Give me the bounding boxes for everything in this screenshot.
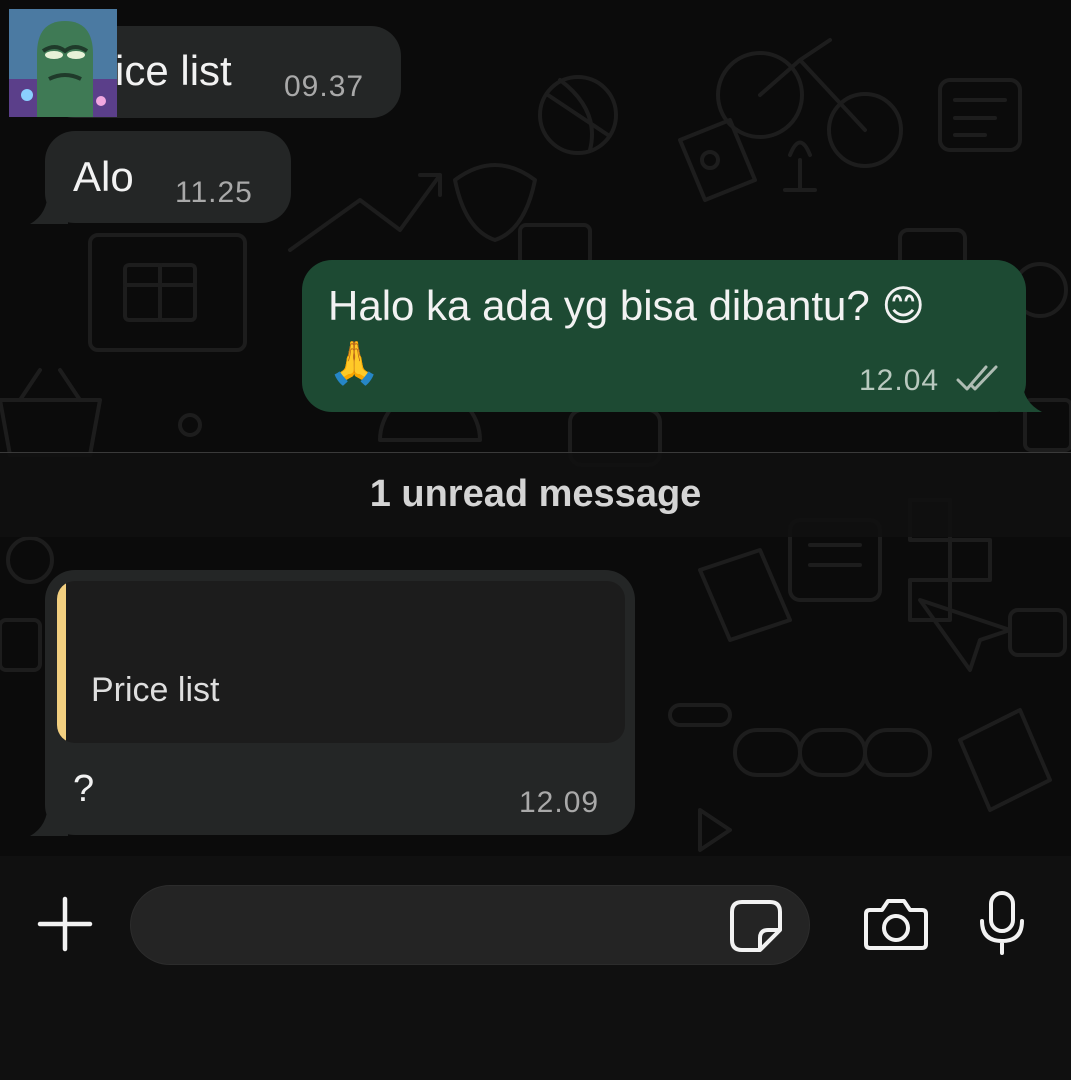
camera-icon[interactable]: [862, 896, 930, 952]
message-bubble-incoming[interactable]: Alo 11.25: [45, 131, 291, 223]
avatar-image: [9, 9, 117, 117]
quoted-message-text: Price list: [91, 671, 220, 709]
sticker-icon[interactable]: [728, 898, 784, 954]
double-check-icon: [956, 365, 998, 391]
message-text: Alo: [73, 153, 134, 200]
message-text: ?: [73, 768, 95, 810]
bubble-tail: [30, 802, 68, 836]
avatar: [9, 9, 117, 117]
unread-message-label: 1 unread message: [369, 473, 702, 515]
message-time: 12.09: [519, 786, 600, 819]
message-time: 09.37: [284, 70, 365, 103]
message-text: Halo ka ada yg bisa dibantu? 😊: [328, 282, 926, 329]
message-time: 12.04: [859, 364, 940, 397]
quote-accent-bar: [57, 581, 66, 743]
plus-icon[interactable]: [36, 895, 94, 953]
message-input[interactable]: [130, 885, 810, 965]
bubble-tail: [30, 190, 68, 224]
quoted-message[interactable]: Price list: [57, 581, 625, 743]
message-time: 11.25: [175, 176, 253, 209]
chat-area[interactable]: Price list 09.37 Alo 11.25 Halo ka ada y…: [0, 0, 1071, 856]
message-bubble-outgoing[interactable]: Halo ka ada yg bisa dibantu? 😊 🙏 12.04: [302, 260, 1026, 412]
microphone-icon[interactable]: [976, 889, 1028, 957]
bubble-tail: [1000, 378, 1042, 412]
emoji-text: 🙏: [328, 339, 381, 386]
